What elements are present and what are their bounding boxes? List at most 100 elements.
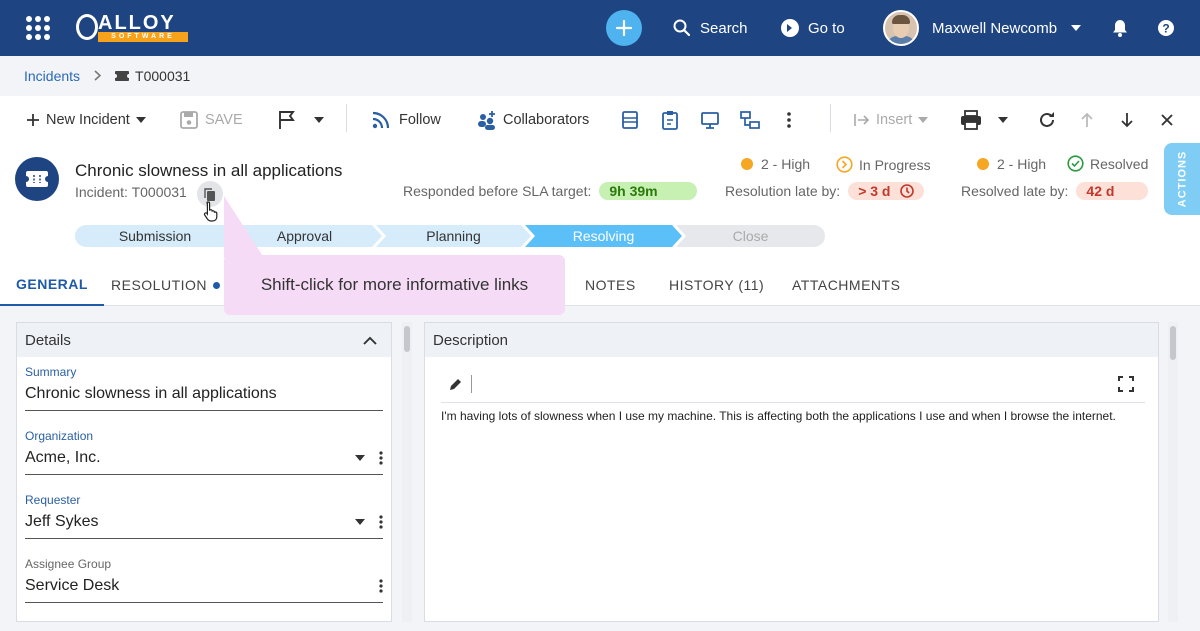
priority-indicator: 2 - High xyxy=(741,156,810,172)
tab-attachments[interactable]: ATTACHMENTS xyxy=(792,264,900,306)
resolved-late-value-badge: 42 d xyxy=(1076,182,1149,200)
breadcrumb-chevron-icon xyxy=(94,68,102,84)
clipboard-button[interactable] xyxy=(660,96,686,144)
notifications-button[interactable] xyxy=(1110,0,1138,56)
user-name: Maxwell Newcomb xyxy=(932,19,1058,37)
details-scrollbar[interactable] xyxy=(402,322,412,622)
create-new-button[interactable] xyxy=(606,10,642,46)
field-value: Chronic slowness in all applications xyxy=(25,385,277,402)
chevron-down-icon xyxy=(918,117,929,123)
expand-icon[interactable] xyxy=(1118,376,1134,392)
record-tabs: GENERAL RESOLUTION NOTES HISTORY (11) AT… xyxy=(0,264,1200,306)
priority-value: 2 - High xyxy=(761,156,811,172)
priority-dot-icon xyxy=(741,158,753,170)
network-button[interactable] xyxy=(740,96,766,144)
help-icon: ? xyxy=(1158,20,1174,36)
resolved-late-sla: Resolved late by: 42 d xyxy=(961,182,1149,200)
breadcrumb-incidents-link[interactable]: Incidents xyxy=(24,68,80,84)
field-label: Requester xyxy=(25,493,81,507)
toolbar-divider xyxy=(346,104,347,132)
dropdown-caret-icon[interactable] xyxy=(355,455,365,461)
scrollbar-thumb[interactable] xyxy=(404,326,410,352)
clock-icon xyxy=(900,184,915,198)
help-button[interactable]: ? xyxy=(1156,0,1184,56)
assignee-group-field[interactable]: Assignee Group Service Desk xyxy=(25,557,383,603)
description-scrollbar[interactable] xyxy=(1168,322,1178,622)
goto-icon xyxy=(781,19,799,37)
breadcrumb: Incidents T000031 xyxy=(0,56,1200,96)
print-button[interactable] xyxy=(960,96,1014,144)
tab-resolution[interactable]: RESOLUTION xyxy=(111,264,221,306)
next-record-button[interactable] xyxy=(1119,96,1141,144)
logo-subtext: SOFTWARE xyxy=(98,32,188,42)
arrow-down-icon xyxy=(1121,113,1133,128)
insert-button[interactable]: Insert xyxy=(854,96,934,144)
field-label: Summary xyxy=(25,365,77,379)
close-button[interactable] xyxy=(1160,96,1180,144)
previous-record-button[interactable] xyxy=(1079,96,1101,144)
copy-icon xyxy=(204,187,215,201)
resolution-sla: Resolution late by: > 3 d xyxy=(725,182,925,200)
collaborators-button[interactable]: Collaborators xyxy=(477,96,589,144)
refresh-button[interactable] xyxy=(1037,96,1063,144)
app-launcher-icon[interactable] xyxy=(26,16,50,40)
alloy-logo[interactable]: ALLOY SOFTWARE xyxy=(76,12,188,44)
flag-button[interactable] xyxy=(278,96,330,144)
user-avatar[interactable] xyxy=(883,10,919,46)
ticket-action-button[interactable] xyxy=(620,96,646,144)
organization-field[interactable]: Organization Acme, Inc. xyxy=(25,429,383,475)
editor-toolbar xyxy=(441,371,1145,403)
dropdown-caret-icon[interactable] xyxy=(355,519,365,525)
incident-title: Chronic slowness in all applications xyxy=(75,161,343,180)
save-button[interactable]: SAVE xyxy=(179,96,243,144)
search-button[interactable]: Search xyxy=(672,0,748,56)
field-menu-icon[interactable] xyxy=(379,515,383,529)
resolved-late-label: Resolved late by: xyxy=(961,183,1069,199)
in-progress-icon xyxy=(836,156,853,173)
tab-label: ATTACHMENTS xyxy=(792,277,901,293)
unsaved-dot-icon xyxy=(213,281,221,289)
details-panel: Details Summary Chronic slowness in all … xyxy=(16,322,392,622)
incident-header: Chronic slowness in all applications Inc… xyxy=(0,144,1200,264)
field-menu-icon[interactable] xyxy=(379,579,383,593)
insert-label: Insert xyxy=(876,112,913,128)
stage-close[interactable]: Close xyxy=(676,225,825,247)
stage-planning[interactable]: Planning xyxy=(376,225,531,247)
new-incident-button[interactable]: New Incident xyxy=(26,96,152,144)
ticket-action-icon xyxy=(622,111,638,129)
resolved-priority-value: 2 - High xyxy=(997,156,1047,172)
stage-submission[interactable]: Submission xyxy=(75,225,235,247)
details-panel-header[interactable]: Details xyxy=(17,323,391,357)
monitor-icon xyxy=(701,112,719,129)
tab-notes[interactable]: NOTES xyxy=(585,264,636,306)
tab-label: HISTORY (11) xyxy=(669,277,765,293)
chevron-down-icon xyxy=(1071,25,1082,31)
summary-field[interactable]: Summary Chronic slowness in all applicat… xyxy=(25,365,383,411)
stage-label: Close xyxy=(732,228,769,244)
edit-pencil-icon[interactable] xyxy=(449,377,463,391)
bell-icon xyxy=(1113,20,1127,37)
requester-field[interactable]: Requester Jeff Sykes xyxy=(25,493,383,539)
follow-label: Follow xyxy=(399,112,441,128)
user-menu[interactable]: Maxwell Newcomb xyxy=(932,0,1089,56)
field-label: Assignee Group xyxy=(25,557,112,571)
plus-icon xyxy=(27,114,39,126)
follow-button[interactable]: Follow xyxy=(371,96,441,144)
goto-button[interactable]: Go to xyxy=(780,0,845,56)
tab-general[interactable]: GENERAL xyxy=(0,264,104,306)
field-menu-icon[interactable] xyxy=(379,451,383,465)
tab-history[interactable]: HISTORY (11) xyxy=(669,264,764,306)
field-label: Organization xyxy=(25,429,94,443)
description-text[interactable]: I'm having lots of slowness when I use m… xyxy=(441,409,1141,424)
resolved-status-indicator: Resolved xyxy=(1067,155,1148,172)
svg-text:?: ? xyxy=(1162,22,1169,36)
stage-resolving[interactable]: Resolving xyxy=(525,225,682,247)
monitor-button[interactable] xyxy=(700,96,726,144)
scrollbar-thumb[interactable] xyxy=(1170,326,1176,360)
more-options-button[interactable] xyxy=(781,96,803,144)
actions-side-tab[interactable]: ACTIONS xyxy=(1164,143,1200,215)
stage-label: Planning xyxy=(426,228,481,244)
chevron-up-icon xyxy=(363,336,377,345)
incident-id-line: Incident: T000031 xyxy=(75,184,187,200)
editor-divider xyxy=(471,375,472,393)
